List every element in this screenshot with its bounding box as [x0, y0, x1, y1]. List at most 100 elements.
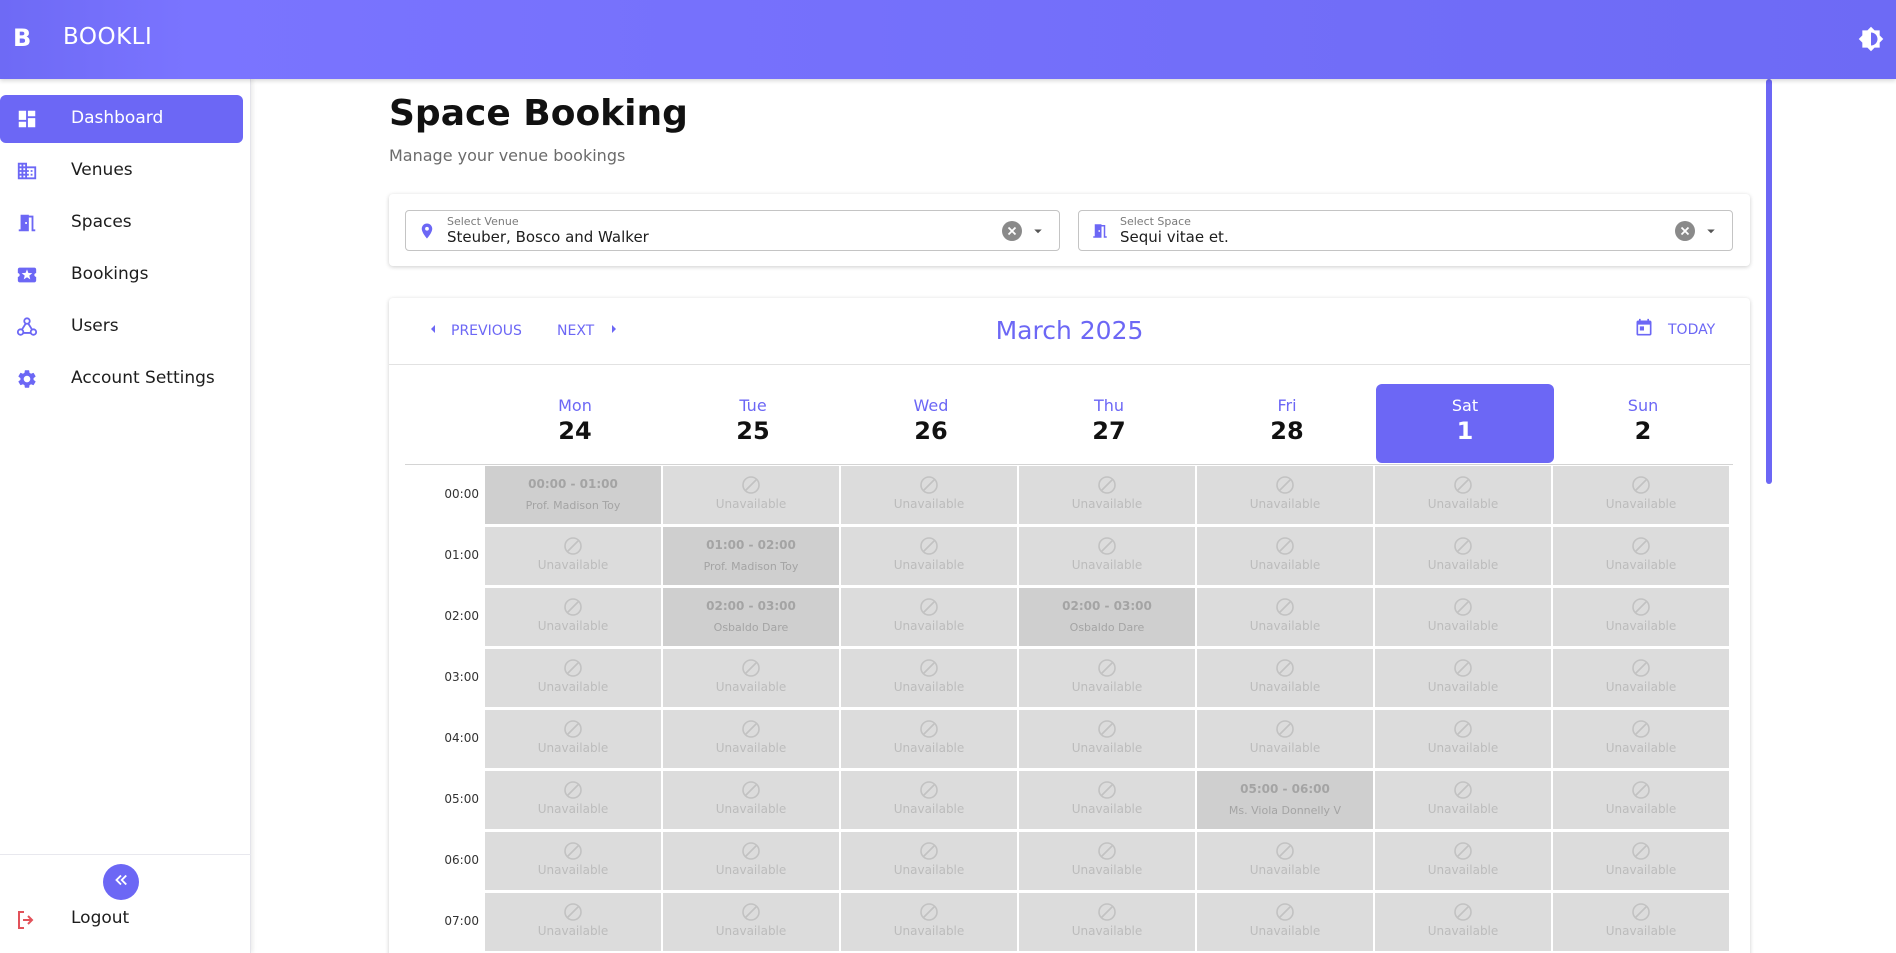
unavailable-slot: Unavailable	[485, 710, 661, 768]
logout-icon	[14, 908, 38, 936]
day-header-sat: Sat 1	[1376, 384, 1554, 463]
space-select[interactable]: Select Space Sequi vitae et.	[1078, 210, 1733, 251]
unavailable-label: Unavailable	[1249, 558, 1321, 572]
booking-time: 00:00 - 01:00	[528, 477, 618, 491]
block-icon	[1275, 536, 1295, 560]
unavailable-label: Unavailable	[1071, 802, 1143, 816]
clear-icon[interactable]	[1002, 221, 1022, 241]
block-icon	[1275, 902, 1295, 926]
unavailable-label: Unavailable	[1427, 741, 1499, 755]
day-header-wed: Wed 26	[842, 384, 1020, 463]
unavailable-label: Unavailable	[537, 558, 609, 572]
page-title: Space Booking	[389, 93, 688, 134]
block-icon	[1275, 719, 1295, 743]
block-icon	[919, 841, 939, 865]
sidebar-item-bookings[interactable]: Bookings	[0, 251, 243, 299]
clear-icon[interactable]	[1675, 221, 1695, 241]
venue-select[interactable]: Select Venue Steuber, Bosco and Walker	[405, 210, 1060, 251]
unavailable-label: Unavailable	[1427, 924, 1499, 938]
unavailable-label: Unavailable	[1071, 558, 1143, 572]
block-icon	[563, 536, 583, 560]
today-label: TODAY	[1668, 322, 1716, 338]
unavailable-slot: Unavailable	[485, 527, 661, 585]
unavailable-slot: Unavailable	[1375, 527, 1551, 585]
day-name: Fri	[1277, 396, 1297, 415]
day-number: 24	[558, 417, 592, 445]
block-icon	[741, 902, 761, 926]
unavailable-slot: Unavailable	[1553, 466, 1729, 524]
block-icon	[563, 902, 583, 926]
door-icon	[1091, 221, 1109, 245]
app-root: B BOOKLI Dashboard Venues Spaces Booking…	[0, 0, 1896, 953]
block-icon	[1631, 475, 1651, 499]
unavailable-slot: Unavailable	[485, 893, 661, 951]
sidebar-item-venues[interactable]: Venues	[0, 147, 243, 195]
unavailable-label: Unavailable	[537, 924, 609, 938]
booking-guest: Prof. Madison Toy	[525, 499, 621, 512]
sidebar-item-users[interactable]: Users	[0, 303, 243, 351]
today-button[interactable]: TODAY	[1634, 318, 1716, 342]
block-icon	[563, 780, 583, 804]
booking-time: 01:00 - 02:00	[706, 538, 796, 552]
day-header-thu: Thu 27	[1020, 384, 1198, 463]
day-number: 26	[914, 417, 948, 445]
booking-time: 02:00 - 03:00	[1062, 599, 1152, 613]
block-icon	[563, 658, 583, 682]
filter-card: Select Venue Steuber, Bosco and Walker S…	[389, 194, 1750, 266]
unavailable-slot: Unavailable	[1019, 832, 1195, 890]
sidebar-item-dashboard[interactable]: Dashboard	[0, 95, 243, 143]
calendar-icon	[1634, 318, 1654, 342]
chevron-down-icon[interactable]	[1702, 222, 1720, 240]
unavailable-slot: Unavailable	[1019, 527, 1195, 585]
brightness-icon[interactable]	[1858, 26, 1884, 52]
venue-select-label: Select Venue	[447, 215, 519, 228]
day-header-tue: Tue 25	[664, 384, 842, 463]
sidebar-item-account-settings[interactable]: Account Settings	[0, 355, 243, 403]
day-number: 28	[1270, 417, 1304, 445]
unavailable-slot: Unavailable	[485, 771, 661, 829]
day-number: 25	[736, 417, 770, 445]
day-name: Sun	[1627, 396, 1659, 415]
unavailable-label: Unavailable	[893, 497, 965, 511]
unavailable-slot: Unavailable	[1375, 710, 1551, 768]
time-label: 03:00	[444, 670, 479, 684]
unavailable-label: Unavailable	[1071, 924, 1143, 938]
booking-guest: Prof. Madison Toy	[703, 560, 799, 573]
month-title: March 2025	[995, 316, 1144, 345]
sidebar-item-spaces[interactable]: Spaces	[0, 199, 243, 247]
main-content: Space Booking Manage your venue bookings…	[251, 79, 1896, 953]
unavailable-label: Unavailable	[1605, 680, 1677, 694]
day-name: Mon	[558, 396, 592, 415]
day-header-fri: Fri 28	[1198, 384, 1376, 463]
unavailable-slot: Unavailable	[841, 588, 1017, 646]
unavailable-slot: Unavailable	[1197, 893, 1373, 951]
unavailable-label: Unavailable	[1605, 558, 1677, 572]
block-icon	[1631, 597, 1651, 621]
collapse-sidebar-button[interactable]	[103, 864, 139, 900]
day-name: Wed	[913, 396, 949, 415]
day-name: Sat	[1451, 396, 1479, 415]
double-chevron-left-icon	[112, 871, 130, 893]
booked-slot[interactable]: 05:00 - 06:00 Ms. Viola Donnelly V	[1197, 771, 1373, 829]
chevron-down-icon[interactable]	[1029, 222, 1047, 240]
block-icon	[1631, 902, 1651, 926]
scrollbar-thumb[interactable]	[1766, 79, 1772, 484]
booking-guest: Osbaldo Dare	[1069, 621, 1145, 634]
booked-slot[interactable]: 02:00 - 03:00 Osbaldo Dare	[1019, 588, 1195, 646]
unavailable-label: Unavailable	[1071, 741, 1143, 755]
unavailable-slot: Unavailable	[1019, 893, 1195, 951]
unavailable-slot: Unavailable	[841, 832, 1017, 890]
logout-label: Logout	[71, 908, 130, 928]
unavailable-label: Unavailable	[1605, 924, 1677, 938]
block-icon	[1453, 841, 1473, 865]
booked-slot[interactable]: 01:00 - 02:00 Prof. Madison Toy	[663, 527, 839, 585]
unavailable-label: Unavailable	[1605, 741, 1677, 755]
booked-slot[interactable]: 00:00 - 01:00 Prof. Madison Toy	[485, 466, 661, 524]
logout-button[interactable]: Logout	[0, 896, 243, 944]
block-icon	[1097, 658, 1117, 682]
unavailable-label: Unavailable	[537, 619, 609, 633]
unavailable-slot: Unavailable	[663, 466, 839, 524]
booked-slot[interactable]: 02:00 - 03:00 Osbaldo Dare	[663, 588, 839, 646]
booking-guest: Ms. Viola Donnelly V	[1228, 804, 1342, 817]
unavailable-slot: Unavailable	[485, 832, 661, 890]
